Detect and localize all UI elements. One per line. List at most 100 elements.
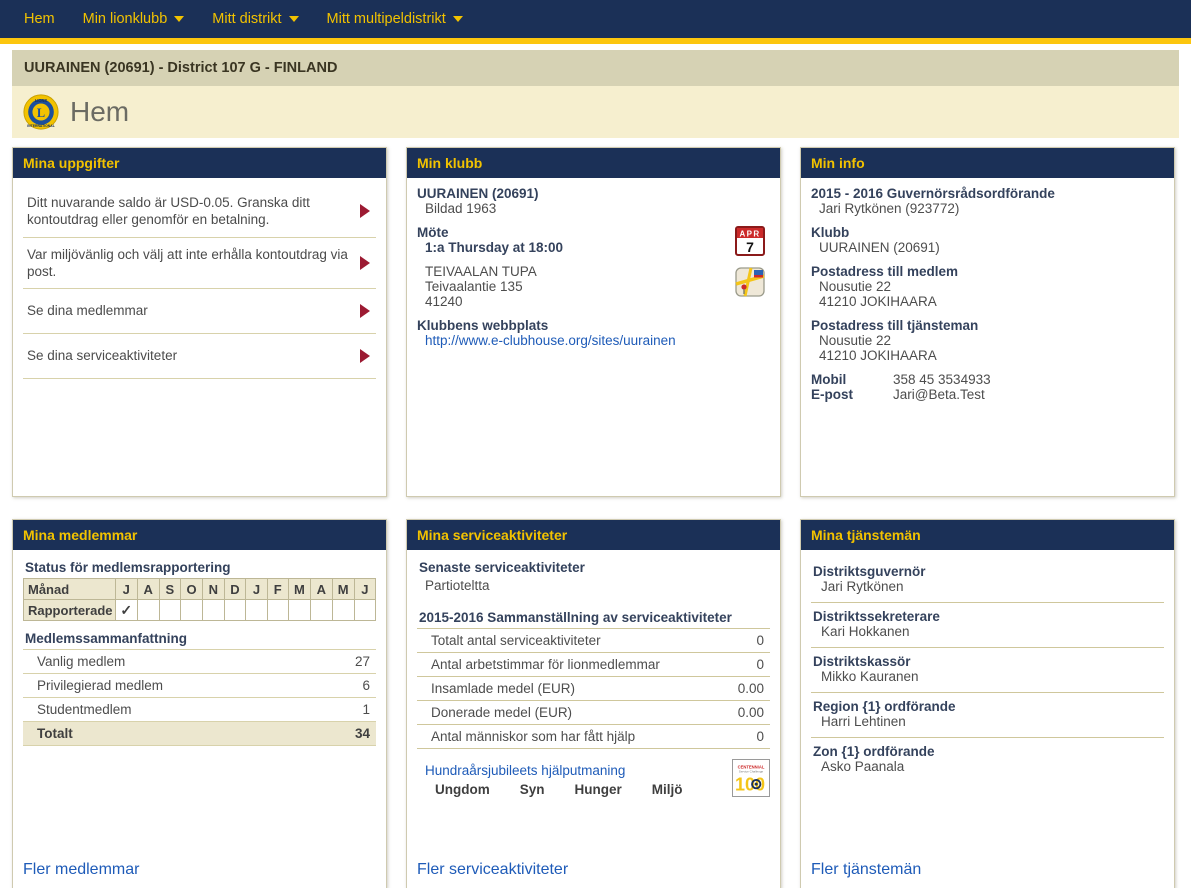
- centennial-category-environment: Miljö: [651, 782, 683, 797]
- month-header-label: Månad: [23, 578, 116, 600]
- service-label: Antal arbetstimmar för lionmedlemmar: [417, 652, 715, 677]
- centennial-challenge-link[interactable]: Hundraårsjubileets hjälputmaning: [417, 763, 625, 778]
- officer-name: Mikko Kauranen: [821, 669, 919, 684]
- page-title-bar: L LIONS INTERNATIONAL Hem: [12, 86, 1179, 138]
- nav-item-home[interactable]: Hem: [10, 11, 69, 27]
- summary-label: Studentmedlem: [23, 697, 307, 722]
- info-email-row: E-post Jari@Beta.Test: [811, 387, 1164, 402]
- detail-row-view-service-activities[interactable]: Se dina serviceaktiviteter: [23, 334, 376, 380]
- calendar-icon[interactable]: APR 7: [733, 225, 767, 257]
- svg-text:Service Challenge: Service Challenge: [739, 770, 764, 774]
- card-title: Min info: [801, 148, 1174, 178]
- page-title: Hem: [70, 96, 130, 127]
- officer-role: Distriktskassör: [813, 654, 911, 669]
- table-row: Rapporterade ✓: [23, 599, 377, 621]
- centennial-badge-icon[interactable]: CENTENNIAL Service Challenge 100: [732, 759, 770, 797]
- info-club-label: Klubb: [811, 225, 850, 240]
- reported-cell-9: [309, 599, 333, 621]
- info-role-title: 2015 - 2016 Guvernörsrådsordförande: [811, 186, 1055, 201]
- nav-item-my-district[interactable]: Mitt distrikt: [198, 11, 312, 27]
- nav-item-label: Mitt multipeldistrikt: [326, 11, 446, 27]
- more-service-activities-link[interactable]: Fler serviceaktiviteter: [417, 861, 568, 878]
- card-footer: Fler serviceaktiviteter: [407, 855, 780, 888]
- nav-item-label: Hem: [24, 11, 55, 27]
- detail-row-view-members[interactable]: Se dina medlemmar: [23, 289, 376, 335]
- detail-row-label: Ditt nuvarande saldo är USD-0.05. Gransk…: [27, 195, 310, 228]
- reported-cell-2: [158, 599, 182, 621]
- detail-row-go-paperless[interactable]: Var miljövänlig och välj att inte erhåll…: [23, 238, 376, 290]
- service-value: 0.00: [714, 676, 770, 701]
- card-my-details: Mina uppgifter Ditt nuvarande saldo är U…: [12, 147, 387, 497]
- calendar-month-text: APR: [739, 229, 760, 238]
- chevron-down-icon: [174, 16, 185, 22]
- card-title: Min klubb: [407, 148, 780, 178]
- service-summary-table: Totalt antal serviceaktiviteter 0 Antal …: [417, 628, 770, 749]
- month-col-0: J: [114, 578, 138, 600]
- officer-name: Asko Paanala: [821, 759, 905, 774]
- reported-cell-3: [180, 599, 203, 621]
- service-value: 0: [714, 652, 770, 677]
- nav-item-label: Mitt distrikt: [212, 11, 282, 27]
- nav-item-my-multiple-district[interactable]: Mitt multipeldistrikt: [313, 11, 477, 27]
- officer-name: Jari Rytkönen: [821, 579, 904, 594]
- officer-block-district-treasurer: Distriktskassör Mikko Kauranen: [811, 648, 1164, 693]
- summary-total-label: Totalt: [23, 721, 307, 746]
- member-summary-table: Vanlig medlem 27 Privilegierad medlem 6 …: [23, 649, 376, 746]
- arrow-right-icon: [360, 255, 370, 270]
- officer-name: Harri Lehtinen: [821, 714, 906, 729]
- month-col-11: J: [353, 578, 377, 600]
- member-report-status-title: Status för medlemsrapportering: [25, 560, 231, 575]
- officer-block-district-governor: Distriktsguvernör Jari Rytkönen: [811, 558, 1164, 603]
- month-col-4: N: [201, 578, 225, 600]
- reported-cell-4: [201, 599, 225, 621]
- svg-text:INTERNATIONAL: INTERNATIONAL: [27, 124, 55, 128]
- club-website-link[interactable]: http://www.e-clubhouse.org/sites/uuraine…: [425, 333, 676, 348]
- info-role-person: Jari Rytkönen (923772): [819, 201, 960, 216]
- detail-row-account-balance[interactable]: Ditt nuvarande saldo är USD-0.05. Gransk…: [23, 186, 376, 238]
- card-my-club: Min klubb UURAINEN (20691) Bildad 1963 M…: [406, 147, 781, 497]
- card-title: Mina medlemmar: [13, 520, 386, 550]
- nav-item-my-lions-club[interactable]: Min lionklubb: [69, 11, 199, 27]
- detail-row-label: Se dina medlemmar: [27, 303, 148, 319]
- info-officer-address-line1: Nousutie 22: [819, 333, 892, 348]
- officer-role: Distriktssekreterare: [813, 609, 940, 624]
- chevron-down-icon: [288, 16, 299, 22]
- reported-cell-7: [266, 599, 289, 621]
- arrow-right-icon: [360, 304, 370, 319]
- table-row: Totalt antal serviceaktiviteter 0: [417, 628, 770, 653]
- card-title: Mina tjänstemän: [801, 520, 1174, 550]
- card-footer: Fler medlemmar: [13, 855, 386, 888]
- card-footer: Fler tjänstemän: [801, 855, 1174, 888]
- more-officers-link[interactable]: Fler tjänstemän: [811, 861, 921, 878]
- breadcrumb: UURAINEN (20691) - District 107 G - FINL…: [12, 50, 1179, 86]
- info-mobile-row: Mobil 358 45 3534933: [811, 372, 1164, 387]
- month-col-8: M: [287, 578, 311, 600]
- officer-block-district-secretary: Distriktssekreterare Kari Hokkanen: [811, 603, 1164, 648]
- officer-block-zone-chairperson: Zon {1} ordförande Asko Paanala: [811, 738, 1164, 782]
- card-body: Status för medlemsrapportering Månad J A…: [13, 550, 386, 855]
- service-label: Donerade medel (EUR): [417, 700, 715, 725]
- more-members-link[interactable]: Fler medlemmar: [23, 861, 139, 878]
- service-value: 0.00: [714, 700, 770, 725]
- table-row: Antal människor som har fått hjälp 0: [417, 724, 770, 749]
- calendar-day-text: 7: [746, 239, 754, 255]
- map-location-icon[interactable]: [733, 266, 767, 298]
- table-row: Privilegierad medlem 6: [23, 673, 376, 698]
- table-row: Antal arbetstimmar för lionmedlemmar 0: [417, 652, 770, 677]
- latest-activity-item: Partioteltta: [425, 578, 490, 593]
- info-club-value: UURAINEN (20691): [819, 240, 940, 255]
- card-body: UURAINEN (20691) Bildad 1963 Möte 1:a Th…: [407, 178, 780, 496]
- card-body: 2015 - 2016 Guvernörsrådsordförande Jari…: [801, 178, 1174, 496]
- top-navigation-bar: Hem Min lionklubb Mitt distrikt Mitt mul…: [0, 0, 1191, 38]
- table-row-total: Totalt 34: [23, 721, 376, 746]
- reported-row-label: Rapporterade: [23, 599, 116, 621]
- centennial-category-vision: Syn: [519, 782, 545, 797]
- chevron-down-icon: [452, 16, 463, 22]
- month-col-9: A: [309, 578, 333, 600]
- detail-row-label: Se dina serviceaktiviteter: [27, 348, 178, 364]
- meeting-postal-code: 41240: [425, 294, 463, 309]
- centennial-category-youth: Ungdom: [435, 782, 490, 797]
- reported-cell-6: [245, 599, 268, 621]
- month-col-2: S: [158, 578, 182, 600]
- nav-item-label: Min lionklubb: [82, 11, 168, 27]
